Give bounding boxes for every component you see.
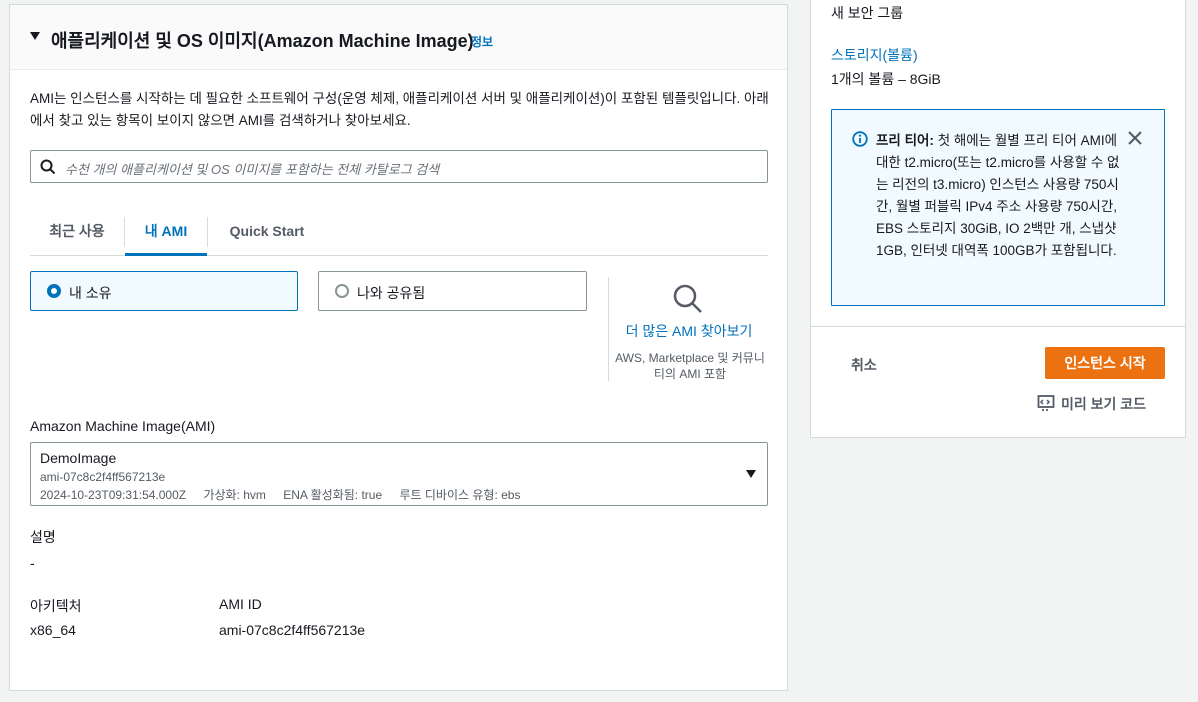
ami-id-value: ami-07c8c2f4ff567213e	[219, 622, 366, 638]
info-icon	[852, 131, 868, 147]
close-icon[interactable]	[1127, 130, 1143, 146]
launch-instance-button[interactable]: 인스턴스 시작	[1045, 347, 1165, 379]
radio-shared-with-me[interactable]: 나와 공유됨	[318, 271, 587, 311]
ami-ena: ENA 활성화됨: true	[283, 488, 383, 502]
tab-recent[interactable]: 최근 사용	[30, 210, 124, 256]
browse-more-amis-link[interactable]: 더 많은 AMI 찾아보기	[610, 321, 768, 341]
caret-down-icon	[746, 470, 756, 478]
panel-title: 애플리케이션 및 OS 이미지(Amazon Machine Image)	[51, 31, 474, 51]
description-value: -	[30, 555, 35, 571]
free-tier-title: 프리 티어:	[876, 133, 934, 148]
free-tier-alert: 프리 티어: 첫 해에는 월별 프리 티어 AMI에 대한 t2.micro(또…	[831, 109, 1165, 306]
ami-panel-header[interactable]: 애플리케이션 및 OS 이미지(Amazon Machine Image) 정보	[10, 5, 787, 70]
ami-description: AMI는 인스턴스를 시작하는 데 필요한 소프트웨어 구성(운영 체제, 애플…	[30, 91, 769, 128]
ami-field-label: Amazon Machine Image(AMI)	[30, 418, 216, 434]
footer-divider	[811, 326, 1185, 327]
browse-divider	[608, 277, 609, 381]
magnifier-icon	[673, 284, 702, 313]
storage-value: 1개의 볼륨 – 8GiB	[831, 71, 941, 87]
summary-panel: 새 보안 그룹 스토리지(볼륨) 1개의 볼륨 – 8GiB 프리 티어: 첫 …	[810, 0, 1186, 438]
code-preview-icon	[1037, 395, 1055, 411]
storage-link[interactable]: 스토리지(볼륨)	[831, 45, 918, 65]
ami-id-label: AMI ID	[219, 596, 262, 612]
ami-created: 2024-10-23T09:31:54.000Z	[40, 488, 187, 502]
tab-my-ami[interactable]: 내 AMI	[125, 210, 207, 256]
radio-indicator	[335, 284, 349, 298]
ami-tabs: 최근 사용 내 AMI Quick Start	[30, 210, 768, 256]
cancel-button[interactable]: 취소	[851, 355, 877, 375]
radio-indicator	[47, 284, 61, 298]
search-icon	[40, 159, 56, 175]
description-label: 설명	[30, 529, 56, 545]
info-link[interactable]: 정보	[471, 33, 493, 50]
ami-panel: 애플리케이션 및 OS 이미지(Amazon Machine Image) 정보…	[9, 4, 788, 691]
ami-select[interactable]: DemoImage ami-07c8c2f4ff567213e 2024-10-…	[30, 442, 768, 506]
free-tier-text: 프리 티어: 첫 해에는 월별 프리 티어 AMI에 대한 t2.micro(또…	[876, 130, 1126, 262]
architecture-value: x86_64	[30, 622, 76, 638]
preview-code-label: 미리 보기 코드	[1061, 396, 1147, 412]
ami-root-device: 루트 디바이스 유형: ebs	[399, 488, 521, 502]
ami-id-small: ami-07c8c2f4ff567213e	[40, 470, 166, 484]
browse-subtext: AWS, Marketplace 및 커뮤니티의 AMI 포함	[615, 351, 765, 381]
architecture-label: 아키텍처	[30, 598, 82, 614]
ami-search-input[interactable]: 수천 개의 애플리케이션 및 OS 이미지를 포함하는 전체 카탈로그 검색	[30, 150, 768, 183]
radio-owned-by-me[interactable]: 내 소유	[30, 271, 298, 311]
radio-label: 내 소유	[69, 285, 112, 301]
caret-down-icon[interactable]	[30, 32, 40, 40]
search-placeholder: 수천 개의 애플리케이션 및 OS 이미지를 포함하는 전체 카탈로그 검색	[65, 162, 440, 177]
free-tier-body: 첫 해에는 월별 프리 티어 AMI에 대한 t2.micro(또는 t2.mi…	[876, 133, 1120, 258]
ami-meta: 2024-10-23T09:31:54.000Z 가상화: hvm ENA 활성…	[40, 486, 534, 503]
security-group-value: 새 보안 그룹	[831, 5, 904, 21]
ami-virtualization: 가상화: hvm	[203, 488, 266, 502]
ami-name: DemoImage	[40, 450, 117, 466]
radio-label: 나와 공유됨	[357, 285, 426, 301]
tab-quick-start[interactable]: Quick Start	[208, 210, 326, 256]
